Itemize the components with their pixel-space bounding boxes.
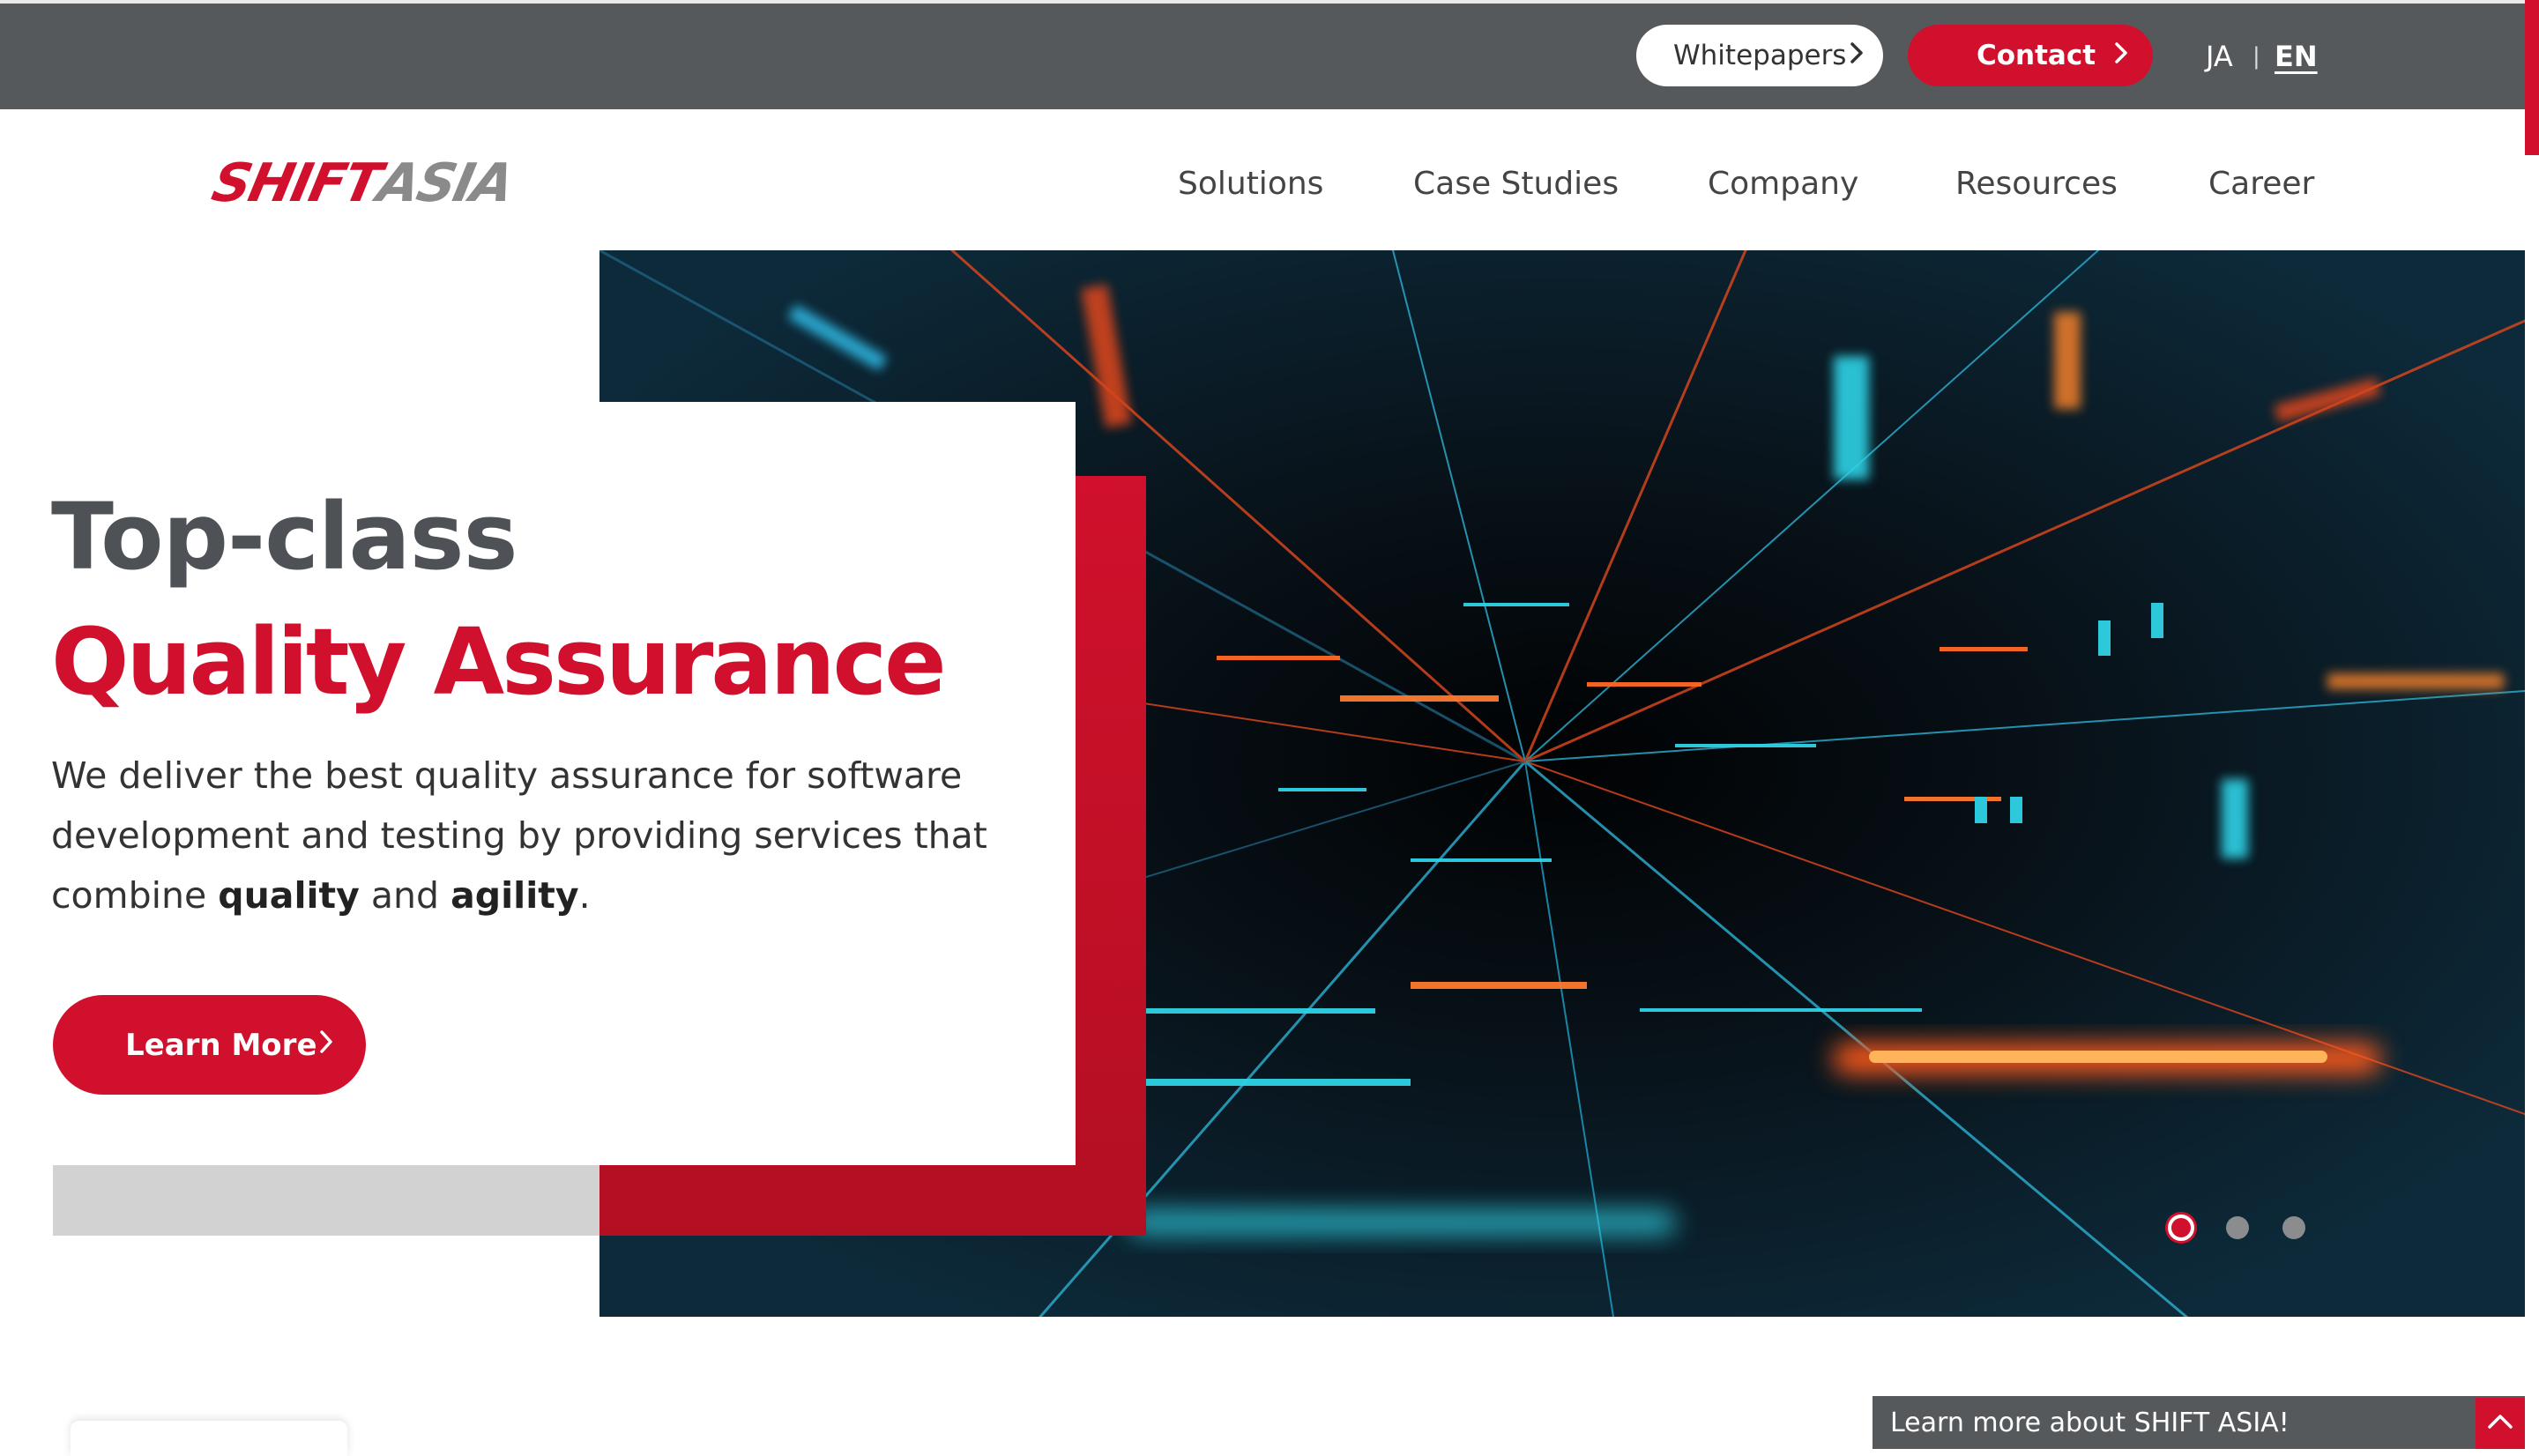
whitepapers-label: Whitepapers: [1673, 40, 1847, 71]
learn-more-about-bar[interactable]: Learn more about SHIFT ASIA!: [1873, 1396, 2525, 1449]
chevron-up-icon: [2487, 1413, 2513, 1434]
slider-dot-2[interactable]: [2226, 1216, 2249, 1239]
nav-item-case-studies[interactable]: Case Studies: [1413, 157, 1619, 210]
hero-title-line2: Quality Assurance: [51, 608, 947, 716]
hero-title-line1: Top-class: [51, 483, 517, 591]
nav-item-company[interactable]: Company: [1708, 157, 1858, 210]
hero-desc-text-2: and: [359, 874, 451, 917]
hero-desc-bold-quality: quality: [218, 874, 360, 917]
expand-toggle-button[interactable]: [2476, 1398, 2525, 1449]
nav-item-resources[interactable]: Resources: [1955, 157, 2118, 210]
language-ja-link[interactable]: JA: [2206, 35, 2233, 78]
logo-shift-text: SHIFT: [206, 152, 386, 214]
logo-asia-text: ASIA: [372, 152, 518, 214]
language-en-link[interactable]: EN: [2275, 35, 2318, 78]
main-nav: SHIFT ASIA Solutions Case Studies Company…: [0, 109, 2525, 250]
learn-more-label: Learn More: [125, 1027, 317, 1063]
nav-item-career[interactable]: Career: [2208, 157, 2314, 210]
whitepapers-button[interactable]: Whitepapers: [1636, 25, 1883, 86]
page-scrollbar-track[interactable]: [2525, 0, 2539, 1449]
language-separator: |: [2252, 43, 2260, 70]
hero-desc-bold-agility: agility: [450, 874, 579, 917]
chevron-right-icon: [2114, 40, 2128, 71]
chevron-right-icon: [318, 1028, 334, 1063]
contact-button[interactable]: Contact: [1908, 25, 2153, 86]
utility-bar: Whitepapers Contact JA | EN: [0, 0, 2525, 109]
nav-item-solutions[interactable]: Solutions: [1178, 157, 1323, 210]
hero-description: We deliver the best quality assurance fo…: [51, 746, 1047, 925]
slider-dot-3[interactable]: [2282, 1216, 2305, 1239]
learn-more-button[interactable]: Learn More: [53, 995, 366, 1095]
learn-more-about-label: Learn more about SHIFT ASIA!: [1890, 1407, 2290, 1438]
hero-desc-text-3: .: [578, 874, 591, 917]
utility-bar-top-line: [0, 0, 2525, 4]
next-section-card-edge: [71, 1421, 347, 1456]
shiftasia-logo[interactable]: SHIFT ASIA: [206, 152, 518, 214]
contact-label: Contact: [1977, 40, 2096, 71]
slider-dot-1[interactable]: [2168, 1215, 2194, 1241]
chevron-right-icon: [1850, 40, 1864, 71]
page-scrollbar-thumb[interactable]: [2525, 0, 2539, 155]
